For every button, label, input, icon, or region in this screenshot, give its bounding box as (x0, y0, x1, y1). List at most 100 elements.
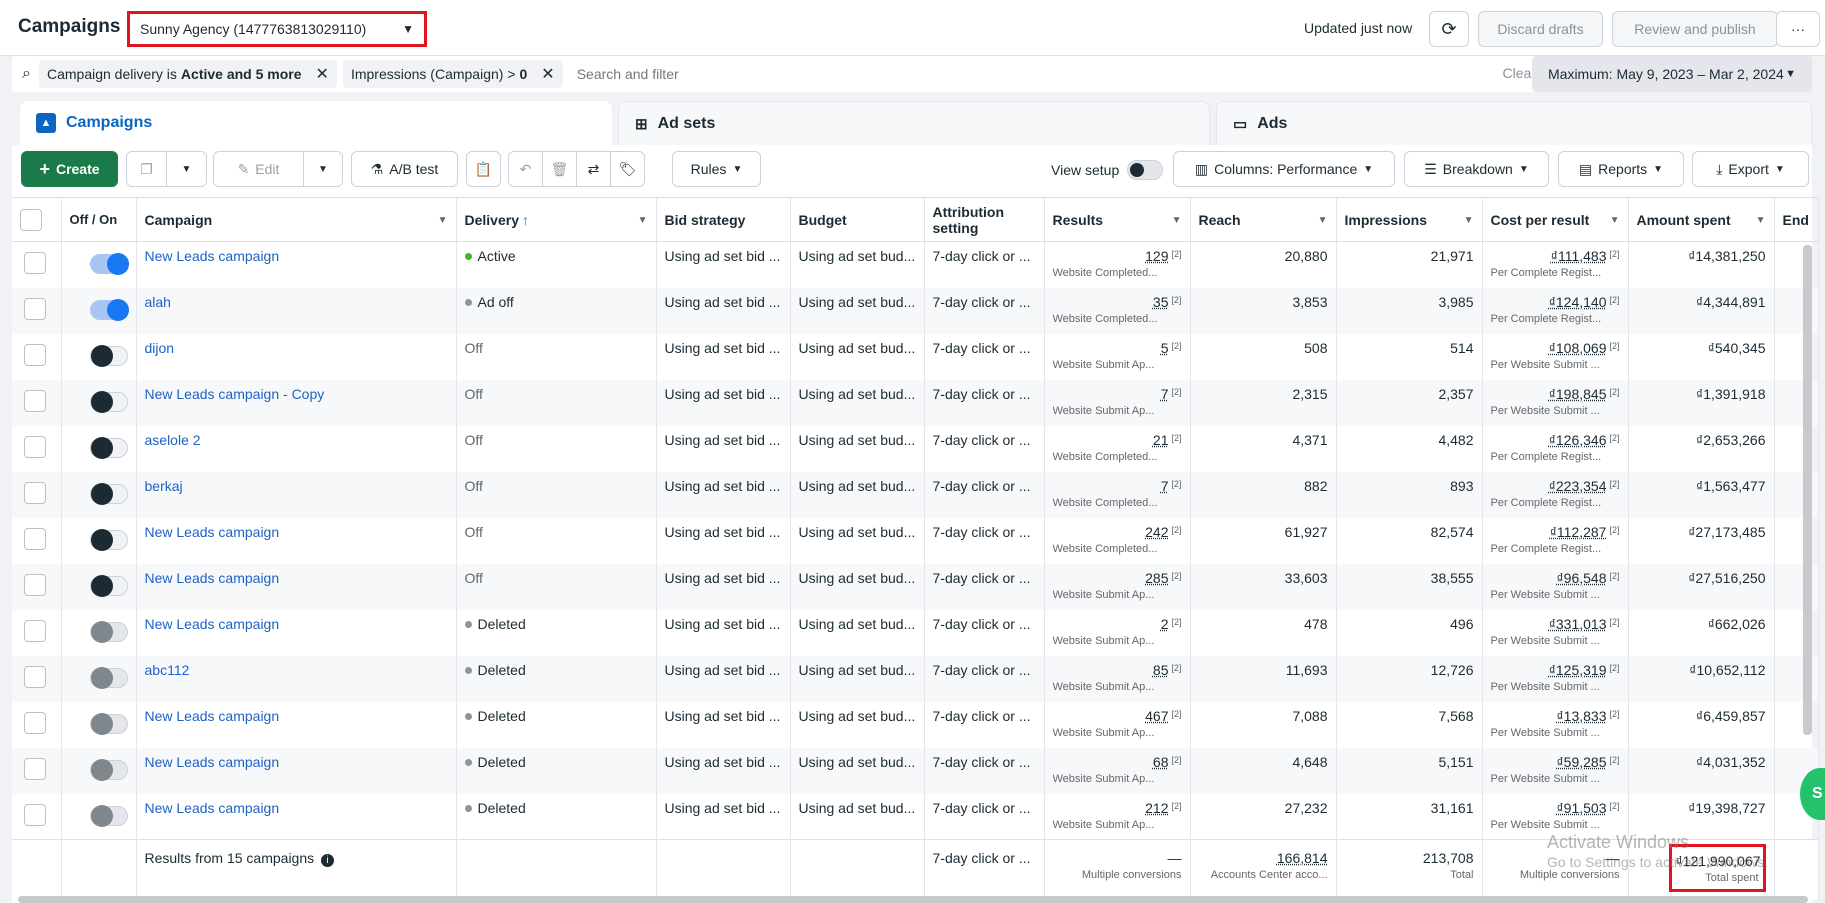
view-setup-toggle[interactable]: View setup (1051, 160, 1164, 180)
reports-button[interactable]: ▤ Reports ▼ (1558, 151, 1684, 187)
undo-button[interactable]: ↶ (508, 151, 543, 187)
columns-button[interactable]: ▥ Columns: Performance ▼ (1173, 151, 1395, 187)
export-button[interactable]: ⤓ Export ▼ (1692, 151, 1809, 187)
cost-per-result-value[interactable]: ₫112,287 (1550, 524, 1607, 540)
duplicate-button[interactable]: ❐ (126, 151, 167, 187)
cost-per-result-value[interactable]: ₫59,285 (1556, 754, 1606, 770)
clipboard-button[interactable]: 📋 (466, 151, 501, 187)
delete-button[interactable]: 🗑 (542, 151, 577, 187)
toggle-switch[interactable] (1127, 160, 1164, 180)
campaign-name-link[interactable]: berkaj (145, 478, 183, 494)
campaign-toggle[interactable] (89, 298, 129, 321)
row-checkbox[interactable] (24, 757, 46, 780)
results-value[interactable]: 212 (1145, 800, 1168, 816)
row-checkbox[interactable] (24, 343, 46, 366)
campaign-toggle[interactable] (89, 712, 128, 735)
review-publish-button[interactable]: Review and publish (1612, 11, 1778, 47)
tab-campaigns[interactable]: ▲ Campaigns (20, 101, 612, 145)
cost-per-result-value[interactable]: ₫96,548 (1556, 570, 1606, 586)
vertical-scrollbar[interactable] (1803, 245, 1812, 735)
results-value[interactable]: 467 (1145, 708, 1168, 724)
cost-per-result-value[interactable]: ₫108,069 (1549, 340, 1607, 356)
breakdown-button[interactable]: ☰ Breakdown ▼ (1404, 151, 1549, 187)
column-header-toggle[interactable]: Off / On (61, 197, 137, 242)
row-checkbox[interactable] (24, 527, 46, 550)
row-checkbox[interactable] (24, 252, 46, 274)
row-checkbox[interactable] (24, 665, 46, 688)
clear-filters-link[interactable]: Clear (1503, 65, 1536, 81)
date-range-picker[interactable]: Maximum: May 9, 2023 – Mar 2, 2024 ▼ (1532, 56, 1812, 92)
results-value[interactable]: 2 (1161, 616, 1169, 632)
column-header-delivery[interactable]: Delivery ↑ ▼ (456, 197, 657, 242)
campaign-name-link[interactable]: New Leads campaign (145, 708, 280, 724)
campaign-name-link[interactable]: New Leads campaign (145, 248, 280, 264)
results-value[interactable]: 5 (1161, 340, 1169, 356)
column-header-reach[interactable]: Reach ▼ (1190, 197, 1337, 242)
column-header-results[interactable]: Results ▼ (1044, 197, 1191, 242)
campaign-toggle[interactable] (89, 482, 128, 505)
row-checkbox[interactable] (24, 389, 46, 412)
cost-per-result-value[interactable]: ₫126,346 (1549, 432, 1607, 448)
campaign-name-link[interactable]: abc112 (145, 662, 190, 678)
table-row[interactable]: New Leads campaign Off Using ad set bid … (12, 563, 1819, 610)
results-value[interactable]: 285 (1145, 570, 1168, 586)
row-checkbox[interactable] (24, 711, 46, 734)
column-header-cost-per-result[interactable]: Cost per result ▼ (1482, 197, 1629, 242)
tab-ads[interactable]: ▭ Ads (1216, 101, 1812, 145)
duplicate-dropdown[interactable]: ▼ (166, 151, 207, 187)
results-value[interactable]: 68 (1153, 754, 1169, 770)
row-checkbox[interactable] (24, 481, 46, 504)
tag-button[interactable]: 🏷 (610, 151, 645, 187)
campaign-name-link[interactable]: New Leads campaign - Copy (145, 386, 325, 402)
table-row[interactable]: New Leads campaign - Copy Off Using ad s… (12, 379, 1819, 426)
cost-per-result-value[interactable]: ₫223,354 (1549, 478, 1607, 494)
campaign-name-link[interactable]: New Leads campaign (145, 524, 280, 540)
column-header-campaign[interactable]: Campaign ▼ (136, 197, 457, 242)
campaign-name-link[interactable]: New Leads campaign (145, 570, 280, 586)
horizontal-scrollbar[interactable] (18, 896, 1808, 903)
cost-per-result-value[interactable]: ₫124,140 (1549, 294, 1607, 310)
preview-button[interactable]: ⇄ (576, 151, 611, 187)
tab-ad-sets[interactable]: ⊞ Ad sets (618, 101, 1210, 145)
table-row[interactable]: New Leads campaign Deleted Using ad set … (12, 747, 1819, 794)
campaign-toggle[interactable] (89, 620, 128, 643)
table-row[interactable]: aselole 2 Off Using ad set bid ... Using… (12, 425, 1819, 472)
table-row[interactable]: New Leads campaign Active Using ad set b… (12, 241, 1819, 288)
results-value[interactable]: 7 (1161, 478, 1169, 494)
results-value[interactable]: 85 (1153, 662, 1169, 678)
table-row[interactable]: New Leads campaign Deleted Using ad set … (12, 609, 1819, 656)
cost-per-result-value[interactable]: ₫331,013 (1549, 616, 1607, 632)
table-row[interactable]: New Leads campaign Deleted Using ad set … (12, 701, 1819, 748)
table-row[interactable]: abc112 Deleted Using ad set bid ... Usin… (12, 655, 1819, 702)
row-checkbox[interactable] (24, 619, 46, 642)
table-row[interactable]: New Leads campaign Off Using ad set bid … (12, 517, 1819, 564)
column-header-bid-strategy[interactable]: Bid strategy (656, 197, 791, 242)
refresh-button[interactable]: ⟳ (1429, 11, 1469, 47)
campaign-name-link[interactable]: dijon (145, 340, 175, 356)
filter-chip-delivery[interactable]: Campaign delivery is Active and 5 more ✕ (38, 60, 337, 88)
row-checkbox[interactable] (24, 297, 46, 320)
cost-per-result-value[interactable]: ₫91,503 (1556, 800, 1606, 816)
campaign-toggle[interactable] (89, 804, 128, 827)
table-row[interactable]: berkaj Off Using ad set bid ... Using ad… (12, 471, 1819, 518)
close-icon[interactable]: ✕ (316, 64, 329, 84)
more-options-button[interactable]: ··· (1776, 11, 1820, 47)
results-value[interactable]: 7 (1161, 386, 1169, 402)
discard-drafts-button[interactable]: Discard drafts (1478, 11, 1603, 47)
column-header-end[interactable]: End (1774, 197, 1819, 242)
close-icon[interactable]: ✕ (541, 64, 554, 84)
filter-chip-impressions[interactable]: Impressions (Campaign) > 0 ✕ (342, 60, 563, 88)
column-header-impressions[interactable]: Impressions ▼ (1336, 197, 1483, 242)
search-input[interactable]: Search and filter (577, 66, 679, 82)
cost-per-result-value[interactable]: ₫198,845 (1549, 386, 1607, 402)
column-header-amount-spent[interactable]: Amount spent ▼ (1628, 197, 1775, 242)
edit-button[interactable]: ✎ Edit (213, 151, 304, 187)
campaign-toggle[interactable] (89, 528, 128, 551)
rules-button[interactable]: Rules ▼ (672, 151, 761, 187)
account-selector[interactable]: Sunny Agency (1477763813029110) ▼ (127, 11, 427, 47)
results-value[interactable]: 21 (1153, 432, 1169, 448)
results-value[interactable]: 35 (1153, 294, 1169, 310)
ab-test-button[interactable]: ⚗ A/B test (351, 151, 458, 187)
select-all-checkbox[interactable] (20, 208, 42, 231)
campaign-toggle[interactable] (89, 390, 128, 413)
